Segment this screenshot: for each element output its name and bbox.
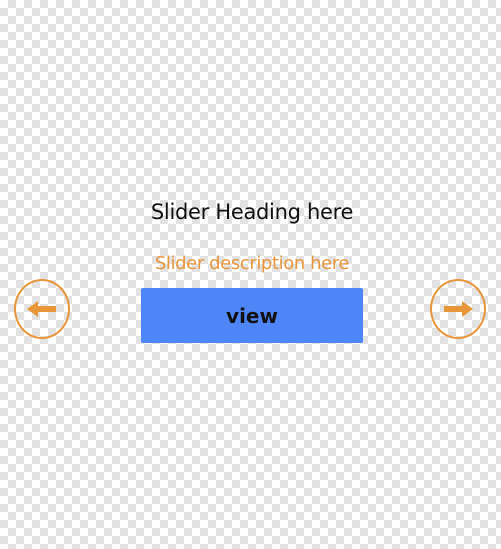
slider-description: Slider description here	[154, 253, 350, 274]
prev-slide-button[interactable]	[14, 279, 70, 339]
view-button[interactable]: view	[141, 288, 363, 343]
slide-content: Slider Heading here Slider description h…	[140, 196, 364, 343]
arrow-left-icon	[25, 299, 59, 319]
next-slide-button[interactable]	[430, 279, 486, 339]
slider: Slider Heading here Slider description h…	[0, 0, 501, 549]
slider-heading: Slider Heading here	[150, 200, 354, 224]
arrow-right-icon	[441, 299, 475, 319]
